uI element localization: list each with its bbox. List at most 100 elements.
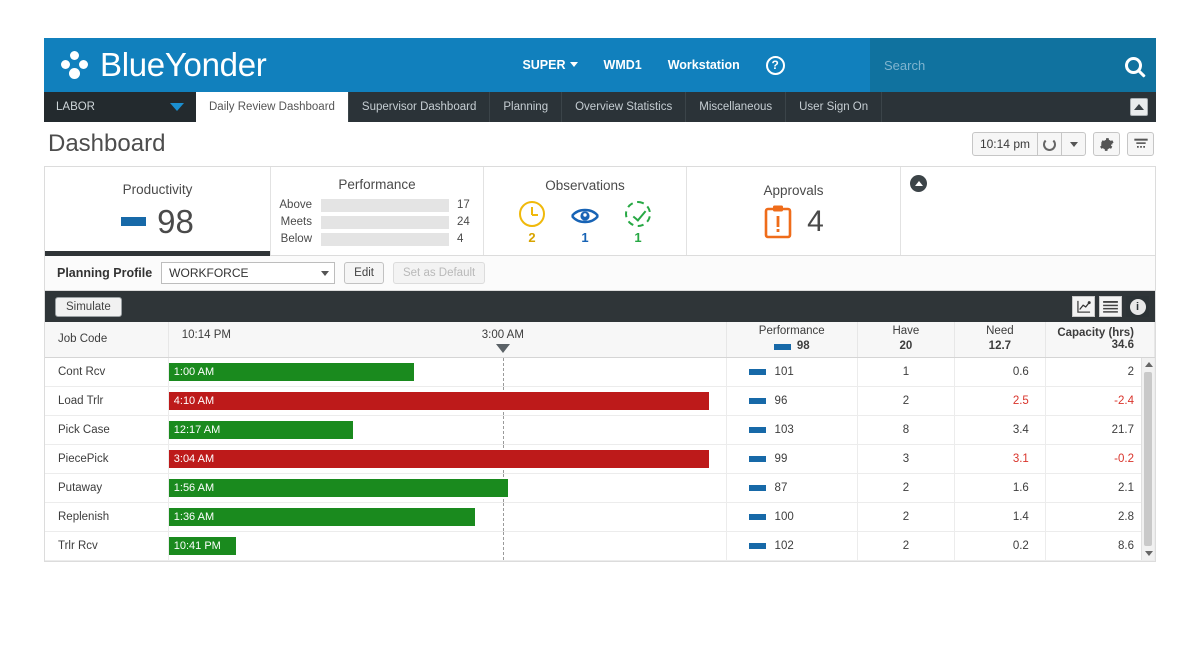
capacity-cell: 2.1 <box>1045 473 1156 503</box>
chart-view-button[interactable] <box>1072 296 1095 317</box>
performance-cell: 100 <box>726 502 858 532</box>
scrollbar-thumb[interactable] <box>1144 372 1152 546</box>
table-row[interactable]: PiecePick 3:04 AM 99 3 3.1 -0.2 <box>45 444 1156 474</box>
table-row[interactable]: Load Trlr 4:10 AM 96 2 2.5 -2.4 <box>45 386 1156 416</box>
question-mark-icon[interactable]: ? <box>765 55 785 75</box>
edit-button[interactable]: Edit <box>344 262 384 284</box>
refresh-button[interactable] <box>1037 133 1061 155</box>
timeline-cell: 4:10 AM <box>168 386 727 416</box>
performance-title: Performance <box>338 176 416 192</box>
approvals-card[interactable]: Approvals 4 <box>687 167 901 255</box>
performance-value: 102 <box>774 539 794 552</box>
col-performance[interactable]: Performance 98 <box>726 322 858 358</box>
job-grid-scroll-area: Job Code 10:14 PM 3:00 AM Performance 98 <box>45 322 1156 561</box>
layout-button[interactable] <box>1127 132 1154 156</box>
timeline-cell: 1:36 AM <box>168 502 727 532</box>
need-total: 12.7 <box>988 340 1012 353</box>
refresh-icon <box>1043 137 1056 151</box>
search-icon[interactable] <box>1125 56 1142 74</box>
scroll-down-icon[interactable] <box>1145 550 1153 556</box>
col-job-code[interactable]: Job Code <box>45 322 169 358</box>
collapse-up-icon[interactable] <box>910 175 927 192</box>
table-row[interactable]: Trlr Rcv 10:41 PM 102 2 0.2 8.6 <box>45 531 1156 561</box>
observation-inprogress[interactable]: 1 <box>570 203 600 245</box>
table-row[interactable]: Cont Rcv 1:00 AM 101 1 0.6 2 <box>45 357 1156 387</box>
performance-value: 87 <box>774 481 788 494</box>
observation-pending[interactable]: 2 <box>519 200 545 245</box>
grid-view-switcher: i <box>1072 296 1149 317</box>
brand-logo[interactable]: BlueYonder <box>44 46 267 84</box>
chevron-up-icon[interactable] <box>1130 98 1148 116</box>
col-capacity[interactable]: Capacity (hrs) 34.6 <box>1045 322 1156 358</box>
search-box[interactable]: Search <box>870 38 1156 92</box>
table-row[interactable]: Pick Case 12:17 AM 103 8 3.4 21.7 <box>45 415 1156 445</box>
performance-cell: 102 <box>726 531 858 561</box>
observation-count: 1 <box>581 229 589 245</box>
info-view-button[interactable]: i <box>1126 296 1149 317</box>
list-view-button[interactable] <box>1099 296 1122 317</box>
col-have-label: Have <box>892 324 920 337</box>
chevron-down-icon <box>569 62 578 67</box>
table-row[interactable]: Replenish 1:36 AM 100 2 1.4 2.8 <box>45 502 1156 532</box>
planning-profile-select[interactable]: WORKFORCE <box>161 262 336 284</box>
workstation-link[interactable]: Workstation <box>668 58 740 72</box>
capacity-cell: 21.7 <box>1045 415 1156 445</box>
settings-button[interactable] <box>1093 132 1120 156</box>
job-code-cell[interactable]: Pick Case <box>45 415 169 445</box>
capacity-cell: 8.6 <box>1045 531 1156 561</box>
approvals-value: 4 <box>807 204 824 238</box>
observations-card[interactable]: Observations 2 1 1 <box>484 167 687 255</box>
performance-cell: 103 <box>726 415 858 445</box>
have-cell: 3 <box>857 444 955 474</box>
performance-card[interactable]: Performance Above 17 Meets 24 Below 4 <box>271 167 484 255</box>
job-code-cell[interactable]: Trlr Rcv <box>45 531 169 561</box>
job-grid-panel: Simulate i Job Code 10:14 PM 3:00 AM Per… <box>44 291 1156 562</box>
refresh-options-button[interactable] <box>1061 133 1085 155</box>
observation-count: 2 <box>528 229 536 245</box>
grid-scrollbar[interactable] <box>1141 358 1154 560</box>
productivity-indicator-icon <box>121 217 147 226</box>
planning-profile-bar: Planning Profile WORKFORCE Edit Set as D… <box>44 256 1156 291</box>
job-code-cell[interactable]: Cont Rcv <box>45 357 169 387</box>
tab-planning[interactable]: Planning <box>490 92 563 122</box>
performance-row-meets: Meets 24 <box>277 215 477 229</box>
col-have[interactable]: Have 20 <box>857 322 955 358</box>
chart-icon <box>1076 300 1091 313</box>
performance-indicator-icon <box>748 397 766 404</box>
tab-supervisor-dashboard[interactable]: Supervisor Dashboard <box>349 92 491 122</box>
timeline-bar: 1:36 AM <box>168 507 475 526</box>
performance-total: 98 <box>796 340 810 353</box>
site-link[interactable]: WMD1 <box>604 58 642 72</box>
simulate-button[interactable]: Simulate <box>55 296 122 317</box>
have-total: 20 <box>899 340 913 353</box>
tab-overview-statistics[interactable]: Overview Statistics <box>562 92 687 122</box>
tab-user-sign-on[interactable]: User Sign On <box>786 92 883 122</box>
timeline-start-label: 10:14 PM <box>181 329 231 341</box>
observation-complete[interactable]: 1 <box>625 200 651 245</box>
have-cell: 8 <box>857 415 955 445</box>
col-need[interactable]: Need 12.7 <box>954 322 1046 358</box>
performance-value: 96 <box>774 394 788 407</box>
table-row[interactable]: Putaway 1:56 AM 87 2 1.6 2.1 <box>45 473 1156 503</box>
module-selector[interactable]: LABOR <box>44 92 196 122</box>
time-refresh-control[interactable]: 10:14 pm <box>971 132 1086 156</box>
gear-icon <box>1100 137 1114 151</box>
job-code-cell[interactable]: Putaway <box>45 473 169 503</box>
job-code-cell[interactable]: Replenish <box>45 502 169 532</box>
productivity-card[interactable]: Productivity 98 <box>45 167 271 256</box>
performance-label: Meets <box>280 216 312 228</box>
need-cell: 0.6 <box>954 357 1046 387</box>
scroll-up-icon[interactable] <box>1145 362 1153 367</box>
user-menu[interactable]: SUPER <box>522 58 578 72</box>
job-code-cell[interactable]: Load Trlr <box>45 386 169 416</box>
chevron-down-icon <box>170 103 184 111</box>
tab-miscellaneous[interactable]: Miscellaneous <box>686 92 787 122</box>
search-input[interactable]: Search <box>884 58 1125 73</box>
job-code-cell[interactable]: PiecePick <box>45 444 169 474</box>
tab-daily-review-dashboard[interactable]: Daily Review Dashboard <box>196 92 349 122</box>
performance-cell: 99 <box>726 444 858 474</box>
current-time: 10:14 pm <box>979 137 1030 151</box>
table-body: Cont Rcv 1:00 AM 101 1 0.6 2 Load Trlr 4… <box>45 357 1156 561</box>
timeline-cell: 10:41 PM <box>168 531 727 561</box>
performance-cell: 87 <box>726 473 858 503</box>
